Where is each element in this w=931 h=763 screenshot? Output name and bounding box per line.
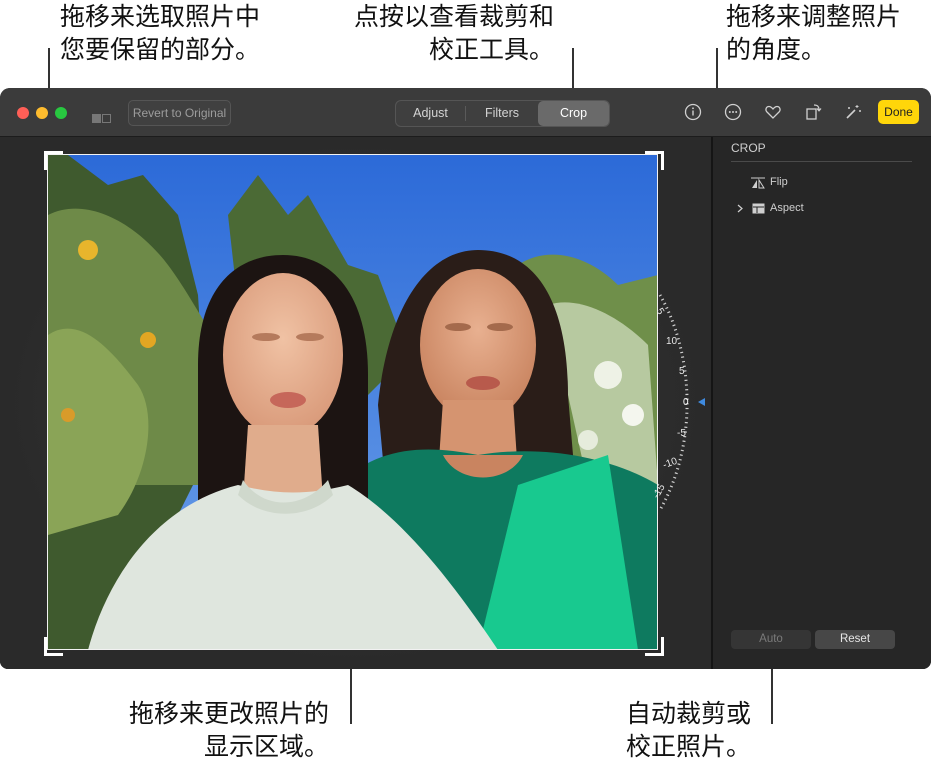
callout-line: 拖移来选取照片中 (60, 2, 261, 31)
magic-wand-icon[interactable] (843, 102, 863, 122)
crop-handle-top-left[interactable] (44, 151, 63, 170)
crop-frame[interactable] (47, 154, 658, 650)
flip-icon (751, 177, 765, 189)
tab-crop[interactable]: Crop (538, 101, 609, 126)
chevron-right-icon[interactable] (737, 204, 743, 213)
crop-handle-bottom-right[interactable] (645, 637, 664, 656)
callout-auto: 自动裁剪或 校正照片。 (626, 697, 751, 763)
panel-title-rule (731, 161, 912, 162)
crop-handle-bottom-left[interactable] (44, 637, 63, 656)
callout-straighten: 拖移来调整照片 的角度。 (726, 0, 901, 66)
more-icon[interactable] (723, 102, 743, 122)
zoom-button[interactable] (55, 107, 67, 119)
info-icon[interactable] (683, 102, 703, 122)
toolbar: Revert to Original Adjust Filters Crop D… (0, 88, 931, 137)
callout-line: 校正照片。 (626, 732, 752, 761)
tab-filters[interactable]: Filters (466, 101, 538, 126)
compare-icon[interactable] (92, 108, 112, 123)
flip-label: Flip (770, 176, 788, 188)
straighten-dial[interactable]: 5 10 5 0 -5 -10 -15 (651, 290, 705, 515)
callout-line: 校正工具。 (429, 35, 555, 64)
tab-adjust[interactable]: Adjust (396, 101, 465, 126)
aspect-label: Aspect (770, 202, 804, 214)
dial-tick-label: 5 (679, 366, 685, 377)
minimize-button[interactable] (36, 107, 48, 119)
rotate-icon[interactable] (803, 102, 823, 122)
aspect-icon (752, 203, 765, 214)
callout-line: 拖移来更改照片的 (129, 699, 330, 728)
callout-line: 您要保留的部分。 (60, 35, 261, 64)
callout-line: 拖移来调整照片 (726, 2, 902, 31)
done-button[interactable]: Done (878, 100, 919, 124)
callout-click-crop: 点按以查看裁剪和 校正工具。 (347, 0, 554, 66)
callout-line: 点按以查看裁剪和 (354, 2, 555, 31)
panel-title: CROP (731, 141, 766, 155)
auto-button[interactable]: Auto (731, 630, 811, 649)
crop-handle-top-right[interactable] (645, 151, 664, 170)
reset-button[interactable]: Reset (815, 630, 895, 649)
callout-line: 的角度。 (726, 35, 827, 64)
callout-drag-to-select: 拖移来选取照片中 您要保留的部分。 (60, 0, 260, 66)
revert-to-original-button[interactable]: Revert to Original (128, 100, 231, 126)
dial-tick-label: 0 (683, 397, 689, 408)
callout-line: 自动裁剪或 (626, 699, 752, 728)
crop-panel: CROP Flip Aspect Auto Reset (713, 137, 931, 669)
callout-line: 显示区域。 (204, 732, 330, 761)
callout-drag-photo: 拖移来更改照片的 显示区域。 (120, 697, 329, 763)
dial-tick-label: 10 (666, 336, 678, 347)
edit-mode-tabs: Adjust Filters Crop (395, 100, 610, 127)
dial-pointer-icon (698, 398, 705, 406)
dial-tick-label: -5 (677, 428, 686, 439)
heart-icon[interactable] (763, 102, 783, 122)
close-button[interactable] (17, 107, 29, 119)
aspect-row[interactable]: Aspect (737, 201, 857, 217)
